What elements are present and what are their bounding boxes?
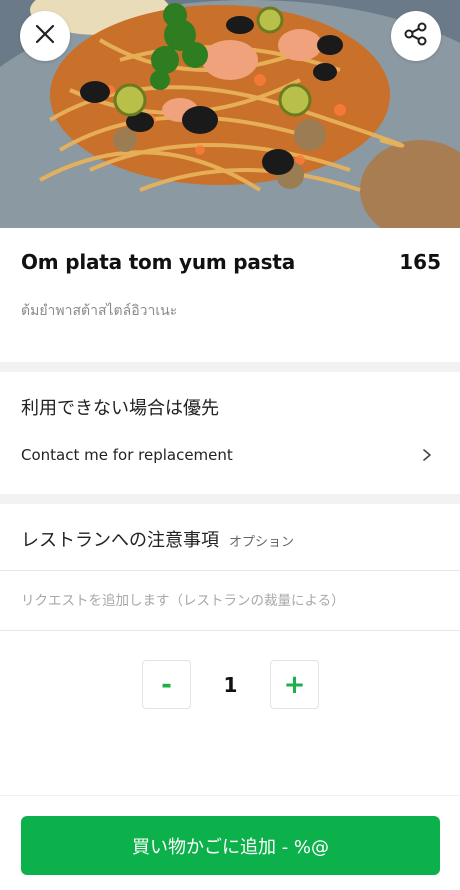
replacement-option[interactable]: Contact me for replacement [0,436,460,474]
decrease-quantity-button[interactable]: - [142,660,191,709]
notes-title: レストランへの注意事項 [21,530,219,551]
divider-line [0,570,460,571]
restaurant-notes-input[interactable] [0,572,460,630]
divider-line [0,630,460,631]
close-icon [34,23,56,49]
share-button[interactable] [391,11,441,61]
item-description: ต้มยำพาสต้าสไตล์อิวาเนะ [21,303,178,319]
add-to-cart-button[interactable]: 買い物かごに追加 - %@ [21,816,440,875]
section-divider [0,362,460,372]
unavailable-preference-title: 利用できない場合は優先 [21,398,219,419]
increase-quantity-button[interactable]: + [270,660,319,709]
replacement-option-label: Contact me for replacement [21,446,233,464]
item-name: Om plata tom yum pasta [21,250,296,274]
quantity-value: 1 [223,672,238,697]
notes-header: レストランへの注意事項 オプション [21,526,294,552]
chevron-right-icon [422,448,432,462]
quantity-stepper: - 1 + [142,660,319,709]
optional-tag: オプション [229,535,295,550]
item-header: Om plata tom yum pasta 165 [21,250,441,274]
close-button[interactable] [20,11,70,61]
section-divider [0,494,460,504]
item-price: 165 [399,250,441,274]
share-icon [403,21,429,51]
